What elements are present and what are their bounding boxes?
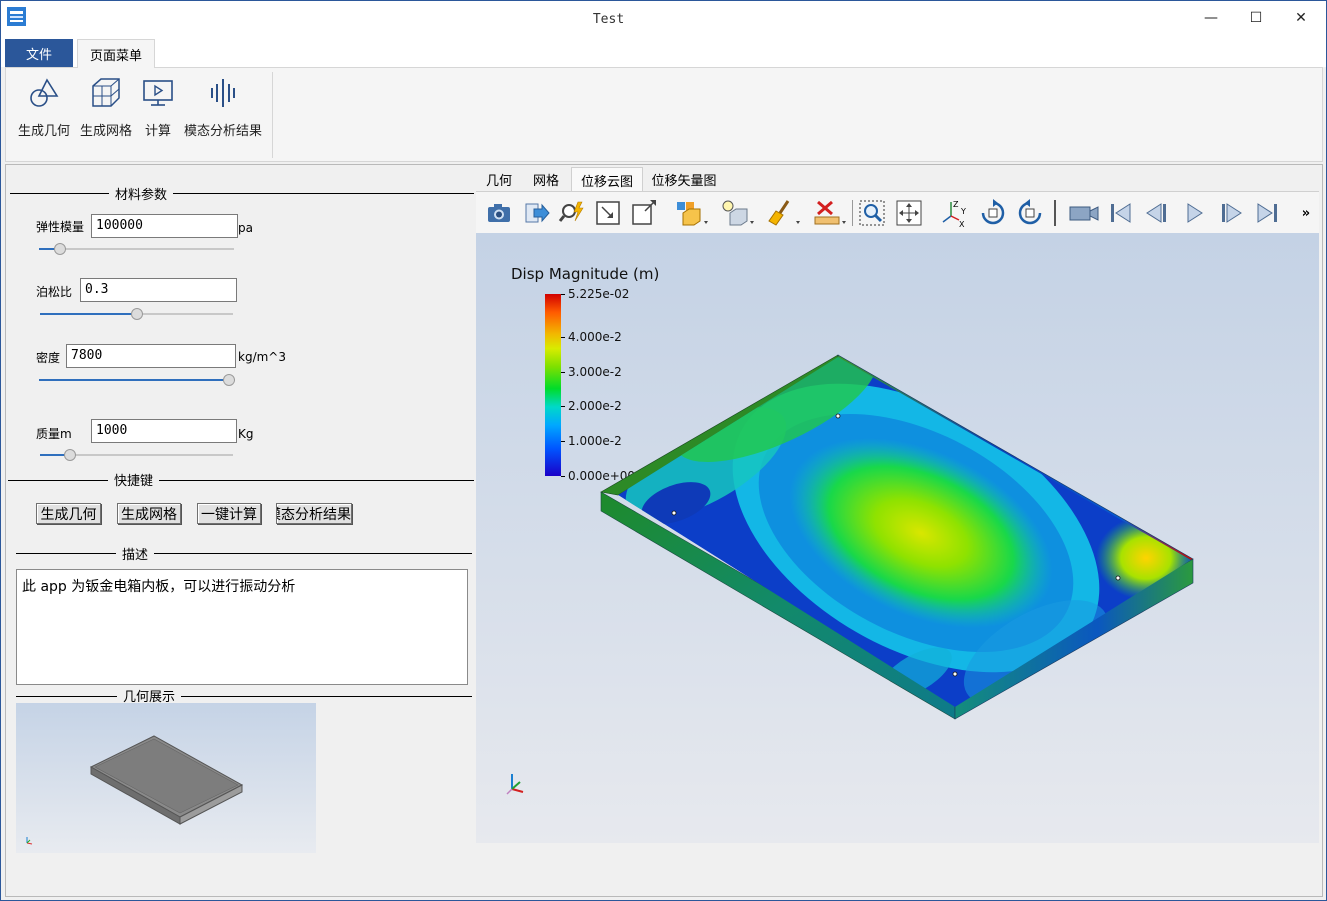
slider-handle[interactable] — [54, 243, 66, 255]
param-label-mass: 质量m — [36, 427, 72, 441]
modulus-slider[interactable] — [39, 243, 234, 255]
modal-result-icon — [211, 79, 235, 107]
toolbar-separator — [1054, 200, 1056, 226]
tab-page-menu[interactable]: 页面菜单 — [77, 39, 155, 68]
ribbon-button-label: 计算 — [144, 124, 171, 139]
description-text[interactable]: 此 app 为钣金电箱内板，可以进行振动分析 — [16, 569, 468, 685]
app-window: Test — ☐ ✕ 文件 页面菜单 生成几何 生成网格 计算 模态分析结果 材… — [0, 0, 1327, 901]
modulus-input[interactable]: 100000 — [91, 214, 238, 238]
mass-slider[interactable] — [40, 449, 233, 461]
svg-text:X: X — [959, 220, 965, 228]
axes-icon — [26, 837, 33, 845]
ribbon-button-label: 模态分析结果 — [183, 124, 262, 139]
mesh-icon — [92, 78, 120, 107]
record-video-icon[interactable] — [1066, 197, 1102, 229]
view-cube-icon[interactable] — [672, 197, 710, 229]
poisson-input[interactable]: 0.3 — [80, 278, 237, 302]
tab-file[interactable]: 文件 — [5, 39, 73, 67]
prev-frame-icon[interactable] — [1140, 197, 1172, 229]
param-label-density: 密度 — [36, 351, 61, 365]
tab-displacement-contour[interactable]: 位移云图 — [571, 167, 643, 192]
last-frame-icon[interactable] — [1252, 197, 1284, 229]
toolbar-separator — [852, 200, 853, 226]
group-divider — [10, 193, 474, 194]
svg-text:Z: Z — [953, 200, 959, 209]
first-frame-icon[interactable] — [1104, 197, 1136, 229]
density-input[interactable]: 7800 — [66, 344, 236, 368]
rotate-cw-icon[interactable] — [977, 197, 1009, 229]
close-button[interactable]: ✕ — [1278, 1, 1324, 35]
toolbar-more-button[interactable]: » — [1294, 197, 1318, 229]
main-area: 材料参数 弹性模量 100000 pa 泊松比 0.3 密度 7800 kg/m… — [5, 164, 1323, 897]
group-divider — [16, 553, 472, 554]
slider-handle[interactable] — [131, 308, 143, 320]
density-slider[interactable] — [39, 374, 235, 386]
group-divider — [16, 696, 472, 697]
slider-handle[interactable] — [64, 449, 76, 461]
result-viewport[interactable]: Disp Magnitude (m) 5.225e-02 4.000e-2 3.0… — [476, 233, 1319, 843]
camera-icon[interactable] — [483, 197, 515, 229]
ribbon-generate-geometry-button[interactable]: 生成几何 — [14, 76, 74, 146]
param-label-poisson: 泊松比 — [36, 285, 73, 299]
orientation-axes-icon — [506, 774, 524, 795]
fit-view-icon[interactable] — [592, 197, 624, 229]
density-unit: kg/m^3 — [238, 350, 286, 364]
zoom-box-icon[interactable] — [628, 197, 660, 229]
minimize-button[interactable]: — — [1188, 1, 1234, 35]
pan-icon[interactable] — [893, 197, 925, 229]
light-icon[interactable] — [718, 197, 756, 229]
modulus-unit: pa — [238, 221, 253, 235]
shortcut-group-title: 快捷键 — [108, 470, 160, 489]
poisson-slider[interactable] — [40, 308, 233, 320]
material-group-title: 材料参数 — [109, 184, 174, 203]
ribbon-button-label: 生成网格 — [79, 124, 132, 139]
group-divider — [8, 480, 474, 481]
ribbon-panel: 生成几何 生成网格 计算 模态分析结果 — [5, 67, 1323, 162]
geometry-icon — [30, 78, 59, 107]
viewer-toolbar: ZYX » — [476, 191, 1319, 233]
slider-fill — [40, 313, 137, 315]
ribbon-compute-button[interactable]: 计算 — [140, 76, 176, 146]
mass-unit: Kg — [238, 427, 254, 441]
shortcut-modal-result-button[interactable]: 模态分析结果 — [276, 503, 352, 524]
title-bar: Test — ☐ ✕ — [1, 1, 1326, 35]
geometry-preview[interactable] — [16, 703, 316, 853]
ribbon-separator — [272, 72, 273, 158]
next-frame-icon[interactable] — [1216, 197, 1248, 229]
geometry-preview-model — [89, 735, 244, 825]
zoom-window-icon[interactable] — [856, 197, 888, 229]
tab-displacement-vector[interactable]: 位移矢量图 — [644, 167, 724, 192]
slider-handle[interactable] — [223, 374, 235, 386]
shortcut-one-click-compute-button[interactable]: 一键计算 — [197, 503, 261, 524]
shortcut-generate-geometry-button[interactable]: 生成几何 — [36, 503, 101, 524]
zoom-pick-icon[interactable] — [556, 197, 588, 229]
mass-input[interactable]: 1000 — [91, 419, 237, 443]
export-icon[interactable] — [520, 197, 552, 229]
svg-text:Y: Y — [960, 207, 966, 216]
description-group-title: 描述 — [116, 544, 155, 563]
ribbon-button-label: 生成几何 — [17, 124, 70, 139]
play-icon[interactable] — [1178, 197, 1210, 229]
clear-brush-icon[interactable] — [764, 197, 802, 229]
param-label-modulus: 弹性模量 — [36, 220, 85, 234]
slider-fill — [39, 379, 229, 381]
shortcut-generate-mesh-button[interactable]: 生成网格 — [117, 503, 181, 524]
compute-icon — [143, 80, 173, 106]
tab-mesh[interactable]: 网格 — [522, 167, 570, 192]
ribbon-generate-mesh-button[interactable]: 生成网格 — [78, 76, 134, 146]
window-title: Test — [592, 12, 625, 27]
viewer-tab-bar: 几何 网格 位移云图 位移矢量图 — [476, 167, 1322, 192]
axes-icon[interactable]: ZYX — [938, 197, 970, 229]
maximize-button[interactable]: ☐ — [1233, 1, 1279, 35]
displacement-model — [600, 354, 1194, 720]
ribbon-tab-bar: 文件 页面菜单 — [1, 35, 1326, 68]
rotate-ccw-icon[interactable] — [1014, 197, 1046, 229]
ruler-delete-icon[interactable] — [810, 197, 848, 229]
ribbon-modal-result-button[interactable]: 模态分析结果 — [182, 76, 264, 146]
tab-geometry[interactable]: 几何 — [476, 167, 522, 192]
